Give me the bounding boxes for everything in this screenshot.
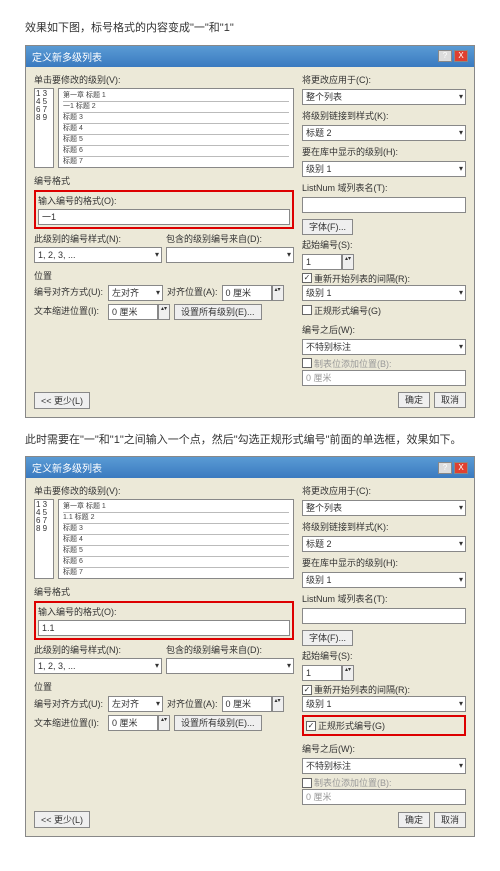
more-less-button[interactable]: << 更少(L) [34, 811, 90, 828]
align-select[interactable]: 左对齐 [108, 696, 163, 712]
more-less-button[interactable]: << 更少(L) [34, 392, 90, 409]
tabstop-checkbox[interactable] [302, 778, 312, 788]
font-button[interactable]: 字体(F)... [302, 219, 353, 235]
format-input[interactable]: 1.1 [38, 620, 290, 636]
description-1: 效果如下图，标号格式的内容变成"一"和"1" [25, 20, 475, 37]
close-button[interactable]: X [454, 462, 468, 474]
show-level-select[interactable]: 级别 1 [302, 161, 466, 177]
show-level-select[interactable]: 级别 1 [302, 572, 466, 588]
level-label: 单击要修改的级别(V): [34, 73, 294, 86]
dialog-2: 定义新多级列表 ? X 单击要修改的级别(V): 1 3 4 5 6 7 8 9… [25, 456, 475, 837]
position-section-title: 位置 [34, 269, 294, 282]
style-select[interactable]: 1, 2, 3, ... [34, 247, 162, 263]
dialog-title: 定义新多级列表 [32, 49, 102, 64]
regular-highlight: ✓正规形式编号(G) [302, 715, 466, 736]
follow-select[interactable]: 不特别标注 [302, 339, 466, 355]
tabstop-input: 0 厘米 [302, 370, 466, 386]
restart-checkbox[interactable]: ✓ [302, 685, 312, 695]
level-list[interactable]: 1 3 4 5 6 7 8 9 [34, 499, 54, 579]
position-section-title: 位置 [34, 680, 294, 693]
restart-checkbox[interactable]: ✓ [302, 273, 312, 283]
titlebar: 定义新多级列表 ? X [26, 457, 474, 478]
align-at-input[interactable]: 0 厘米 [222, 285, 272, 301]
format-highlight: 输入编号的格式(O): 1.1 [34, 601, 294, 640]
tabstop-input: 0 厘米 [302, 789, 466, 805]
listnum-input[interactable] [302, 197, 466, 213]
apply-to-select[interactable]: 整个列表 [302, 89, 466, 105]
start-at-input[interactable]: 1 [302, 254, 342, 270]
cancel-button[interactable]: 取消 [434, 812, 466, 828]
link-style-select[interactable]: 标题 2 [302, 125, 466, 141]
set-all-button[interactable]: 设置所有级别(E)... [174, 304, 262, 320]
ok-button[interactable]: 确定 [398, 392, 430, 408]
description-2: 此时需要在"一"和"1"之间输入一个点，然后"勾选正规形式编号"前面的单选框，效… [25, 432, 475, 449]
font-button[interactable]: 字体(F)... [302, 630, 353, 646]
spin-icon[interactable]: ▴▾ [342, 665, 354, 681]
format-section-title: 编号格式 [34, 585, 294, 598]
cancel-button[interactable]: 取消 [434, 392, 466, 408]
titlebar: 定义新多级列表 ? X [26, 46, 474, 67]
indent-input[interactable]: 0 厘米 [108, 304, 158, 320]
level-list[interactable]: 1 3 4 5 6 7 8 9 [34, 88, 54, 168]
dialog-1: 定义新多级列表 ? X 单击要修改的级别(V): 1 3 4 5 6 7 8 9… [25, 45, 475, 418]
regular-checkbox[interactable]: ✓ [306, 721, 316, 731]
listnum-input[interactable] [302, 608, 466, 624]
style-select[interactable]: 1, 2, 3, ... [34, 658, 162, 674]
align-select[interactable]: 左对齐 [108, 285, 163, 301]
preview-pane: 第一章 标题 1 一1 标题 2 标题 3 标题 4 标题 5 标题 6 标题 … [58, 88, 294, 168]
indent-input[interactable]: 0 厘米 [108, 715, 158, 731]
include-select[interactable] [166, 247, 294, 263]
start-at-input[interactable]: 1 [302, 665, 342, 681]
spin-icon[interactable]: ▴▾ [158, 715, 170, 731]
link-style-select[interactable]: 标题 2 [302, 536, 466, 552]
help-button[interactable]: ? [438, 462, 452, 474]
spin-icon[interactable]: ▴▾ [272, 285, 284, 301]
regular-checkbox[interactable] [302, 305, 312, 315]
dialog-title: 定义新多级列表 [32, 460, 102, 475]
tabstop-checkbox[interactable] [302, 358, 312, 368]
format-section-title: 编号格式 [34, 174, 294, 187]
align-at-input[interactable]: 0 厘米 [222, 696, 272, 712]
spin-icon[interactable]: ▴▾ [158, 304, 170, 320]
include-select[interactable] [166, 658, 294, 674]
help-button[interactable]: ? [438, 50, 452, 62]
set-all-button[interactable]: 设置所有级别(E)... [174, 715, 262, 731]
close-button[interactable]: X [454, 50, 468, 62]
preview-pane: 第一章 标题 1 1.1 标题 2 标题 3 标题 4 标题 5 标题 6 标题… [58, 499, 294, 579]
level-label: 单击要修改的级别(V): [34, 484, 294, 497]
spin-icon[interactable]: ▴▾ [342, 254, 354, 270]
follow-select[interactable]: 不特别标注 [302, 758, 466, 774]
ok-button[interactable]: 确定 [398, 812, 430, 828]
apply-to-select[interactable]: 整个列表 [302, 500, 466, 516]
format-input[interactable]: 一1 [38, 209, 290, 225]
restart-select[interactable]: 级别 1 [302, 696, 466, 712]
format-highlight: 输入编号的格式(O): 一1 [34, 190, 294, 229]
spin-icon[interactable]: ▴▾ [272, 696, 284, 712]
restart-select[interactable]: 级别 1 [302, 285, 466, 301]
